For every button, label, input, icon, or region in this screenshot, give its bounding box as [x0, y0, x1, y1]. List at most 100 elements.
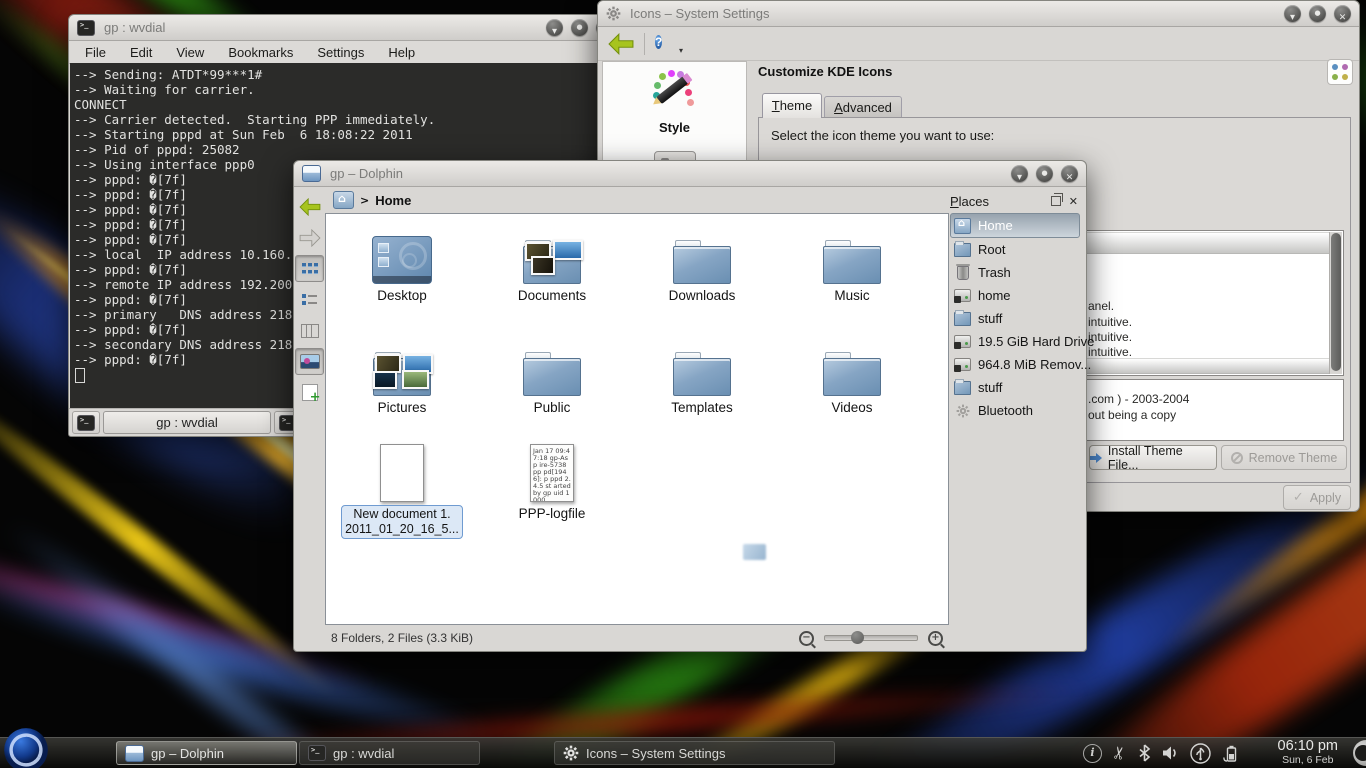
scrollbar[interactable]: [1329, 232, 1342, 374]
system-settings-titlebar[interactable]: Icons – System Settings: [598, 1, 1359, 27]
clock[interactable]: 06:10 pm Sun, 6 Feb: [1278, 739, 1338, 767]
places-item-home-partition[interactable]: home: [950, 284, 1080, 307]
zoom-in-icon[interactable]: +: [928, 631, 943, 646]
folder-icon: [954, 312, 971, 326]
zoom-out-icon[interactable]: −: [799, 631, 814, 646]
document-icon: [380, 444, 424, 502]
remove-theme-button[interactable]: Remove Theme: [1221, 445, 1347, 470]
scrollbar-thumb[interactable]: [1331, 233, 1341, 371]
zoom-slider-handle[interactable]: [851, 631, 864, 644]
float-panel-icon[interactable]: [1051, 196, 1061, 206]
close-button[interactable]: [1061, 165, 1078, 182]
back-button[interactable]: [295, 193, 324, 220]
places-label: home: [978, 288, 1011, 303]
places-item-hard-drive[interactable]: 19.5 GiB Hard Drive: [950, 330, 1080, 353]
dolphin-toolbar: [294, 187, 325, 625]
battery-icon[interactable]: [1222, 744, 1238, 763]
maximize-button[interactable]: [571, 19, 588, 36]
columns-view-button[interactable]: [295, 317, 324, 344]
back-button[interactable]: [608, 33, 634, 55]
folder-item-desktop[interactable]: Desktop: [327, 222, 477, 303]
tab-theme[interactable]: Theme: [762, 93, 822, 118]
menu-view[interactable]: View: [176, 45, 204, 60]
window-dolphin: gp – Dolphin: [293, 160, 1087, 652]
new-tab-button[interactable]: [72, 411, 100, 434]
system-settings-window-title: Icons – System Settings: [630, 6, 769, 21]
menu-file[interactable]: File: [85, 45, 106, 60]
breadcrumb-home[interactable]: Home: [375, 193, 411, 208]
menu-bookmarks[interactable]: Bookmarks: [228, 45, 293, 60]
folder-item-templates[interactable]: Templates: [627, 334, 777, 415]
folder-item-documents[interactable]: Documents: [477, 222, 627, 303]
close-panel-icon[interactable]: ✕: [1069, 195, 1078, 208]
file-item-ppp-logfile[interactable]: Jan 17 09:4 7:18 gp-Asp ire-5738 pp pd[1…: [477, 440, 627, 521]
places-item-bluetooth[interactable]: Bluetooth: [950, 399, 1080, 422]
gear-icon: [606, 6, 621, 21]
places-panel-title: Places: [950, 194, 989, 209]
folder-item-public[interactable]: Public: [477, 334, 627, 415]
konsole-tab[interactable]: gp : wvdial: [103, 411, 271, 434]
icons-view-button[interactable]: [295, 255, 324, 282]
terminal-icon: [308, 745, 326, 761]
page-title: Customize KDE Icons: [758, 64, 892, 79]
apply-label: Apply: [1310, 491, 1341, 505]
install-theme-button[interactable]: Install Theme File...: [1089, 445, 1217, 470]
minimize-button[interactable]: [1284, 5, 1301, 22]
folder-item-pictures[interactable]: Pictures: [327, 334, 477, 415]
zoom-slider[interactable]: [824, 635, 918, 641]
preview-button[interactable]: [295, 348, 324, 375]
places-item-stuff[interactable]: stuff: [950, 307, 1080, 330]
tab-advanced[interactable]: Advanced: [824, 96, 902, 118]
volume-icon[interactable]: [1162, 745, 1179, 761]
split-view-button[interactable]: [295, 379, 324, 406]
overview-icon[interactable]: [1327, 59, 1353, 85]
folder-item-downloads[interactable]: Downloads: [627, 222, 777, 303]
plasma-cashew-icon[interactable]: [1353, 740, 1366, 766]
minimize-button[interactable]: [1011, 165, 1028, 182]
dolphin-icon: [125, 745, 144, 762]
notifications-icon[interactable]: i: [1083, 744, 1102, 763]
places-item-stuff-2[interactable]: stuff: [950, 376, 1080, 399]
details-view-button[interactable]: [295, 286, 324, 313]
task-system-settings[interactable]: Icons – System Settings: [554, 741, 835, 765]
konsole-titlebar[interactable]: gp : wvdial: [69, 15, 621, 41]
folder-view[interactable]: Desktop Documents Downloads Music Pictur…: [325, 213, 949, 625]
maximize-button[interactable]: [1309, 5, 1326, 22]
folder-icon: [954, 243, 971, 257]
close-button[interactable]: [1334, 5, 1351, 22]
forward-button[interactable]: [295, 224, 324, 251]
device-notifier-icon[interactable]: [1190, 743, 1211, 764]
terminal-line: --> Carrier detected. Starting PPP immed…: [74, 112, 620, 127]
places-item-home[interactable]: Home: [950, 213, 1080, 238]
help-icon: ?: [655, 35, 662, 49]
places-item-root[interactable]: Root: [950, 238, 1080, 261]
menu-settings[interactable]: Settings: [317, 45, 364, 60]
sidebar-item-style[interactable]: Style: [603, 70, 746, 135]
places-label: stuff: [978, 380, 1002, 395]
menu-edit[interactable]: Edit: [130, 45, 152, 60]
app-launcher-button[interactable]: [3, 727, 49, 768]
file-item-new-document[interactable]: New document 1. 2011_01_20_16_5...: [327, 440, 477, 539]
task-dolphin[interactable]: gp – Dolphin: [116, 741, 297, 765]
folder-item-videos[interactable]: Videos: [777, 334, 927, 415]
minimize-button[interactable]: [546, 19, 563, 36]
maximize-button[interactable]: [1036, 165, 1053, 182]
folder-item-music[interactable]: Music: [777, 222, 927, 303]
places-item-trash[interactable]: Trash: [950, 261, 1080, 284]
bluetooth-icon[interactable]: [1138, 744, 1151, 762]
places-item-removable[interactable]: 964.8 MiB Remov...: [950, 353, 1080, 376]
toolbar-separator: [644, 33, 645, 55]
file-label-line2: 2011_01_20_16_5...: [345, 522, 459, 537]
klipper-scissors-icon[interactable]: ✂: [1113, 743, 1127, 763]
task-wvdial[interactable]: gp : wvdial: [299, 741, 480, 765]
forward-arrow-icon: [299, 229, 321, 247]
split-add-icon: [302, 384, 318, 401]
home-folder-icon[interactable]: [333, 191, 354, 209]
dolphin-statusbar: 8 Folders, 2 Files (3.3 KiB) − +: [325, 625, 949, 651]
menu-help[interactable]: Help: [388, 45, 415, 60]
folder-icon: [673, 240, 731, 284]
details-view-icon: [302, 294, 318, 306]
apply-button[interactable]: ✓ Apply: [1283, 485, 1351, 510]
dolphin-titlebar[interactable]: gp – Dolphin: [294, 161, 1086, 187]
help-button[interactable]: ? ▾: [655, 33, 677, 55]
